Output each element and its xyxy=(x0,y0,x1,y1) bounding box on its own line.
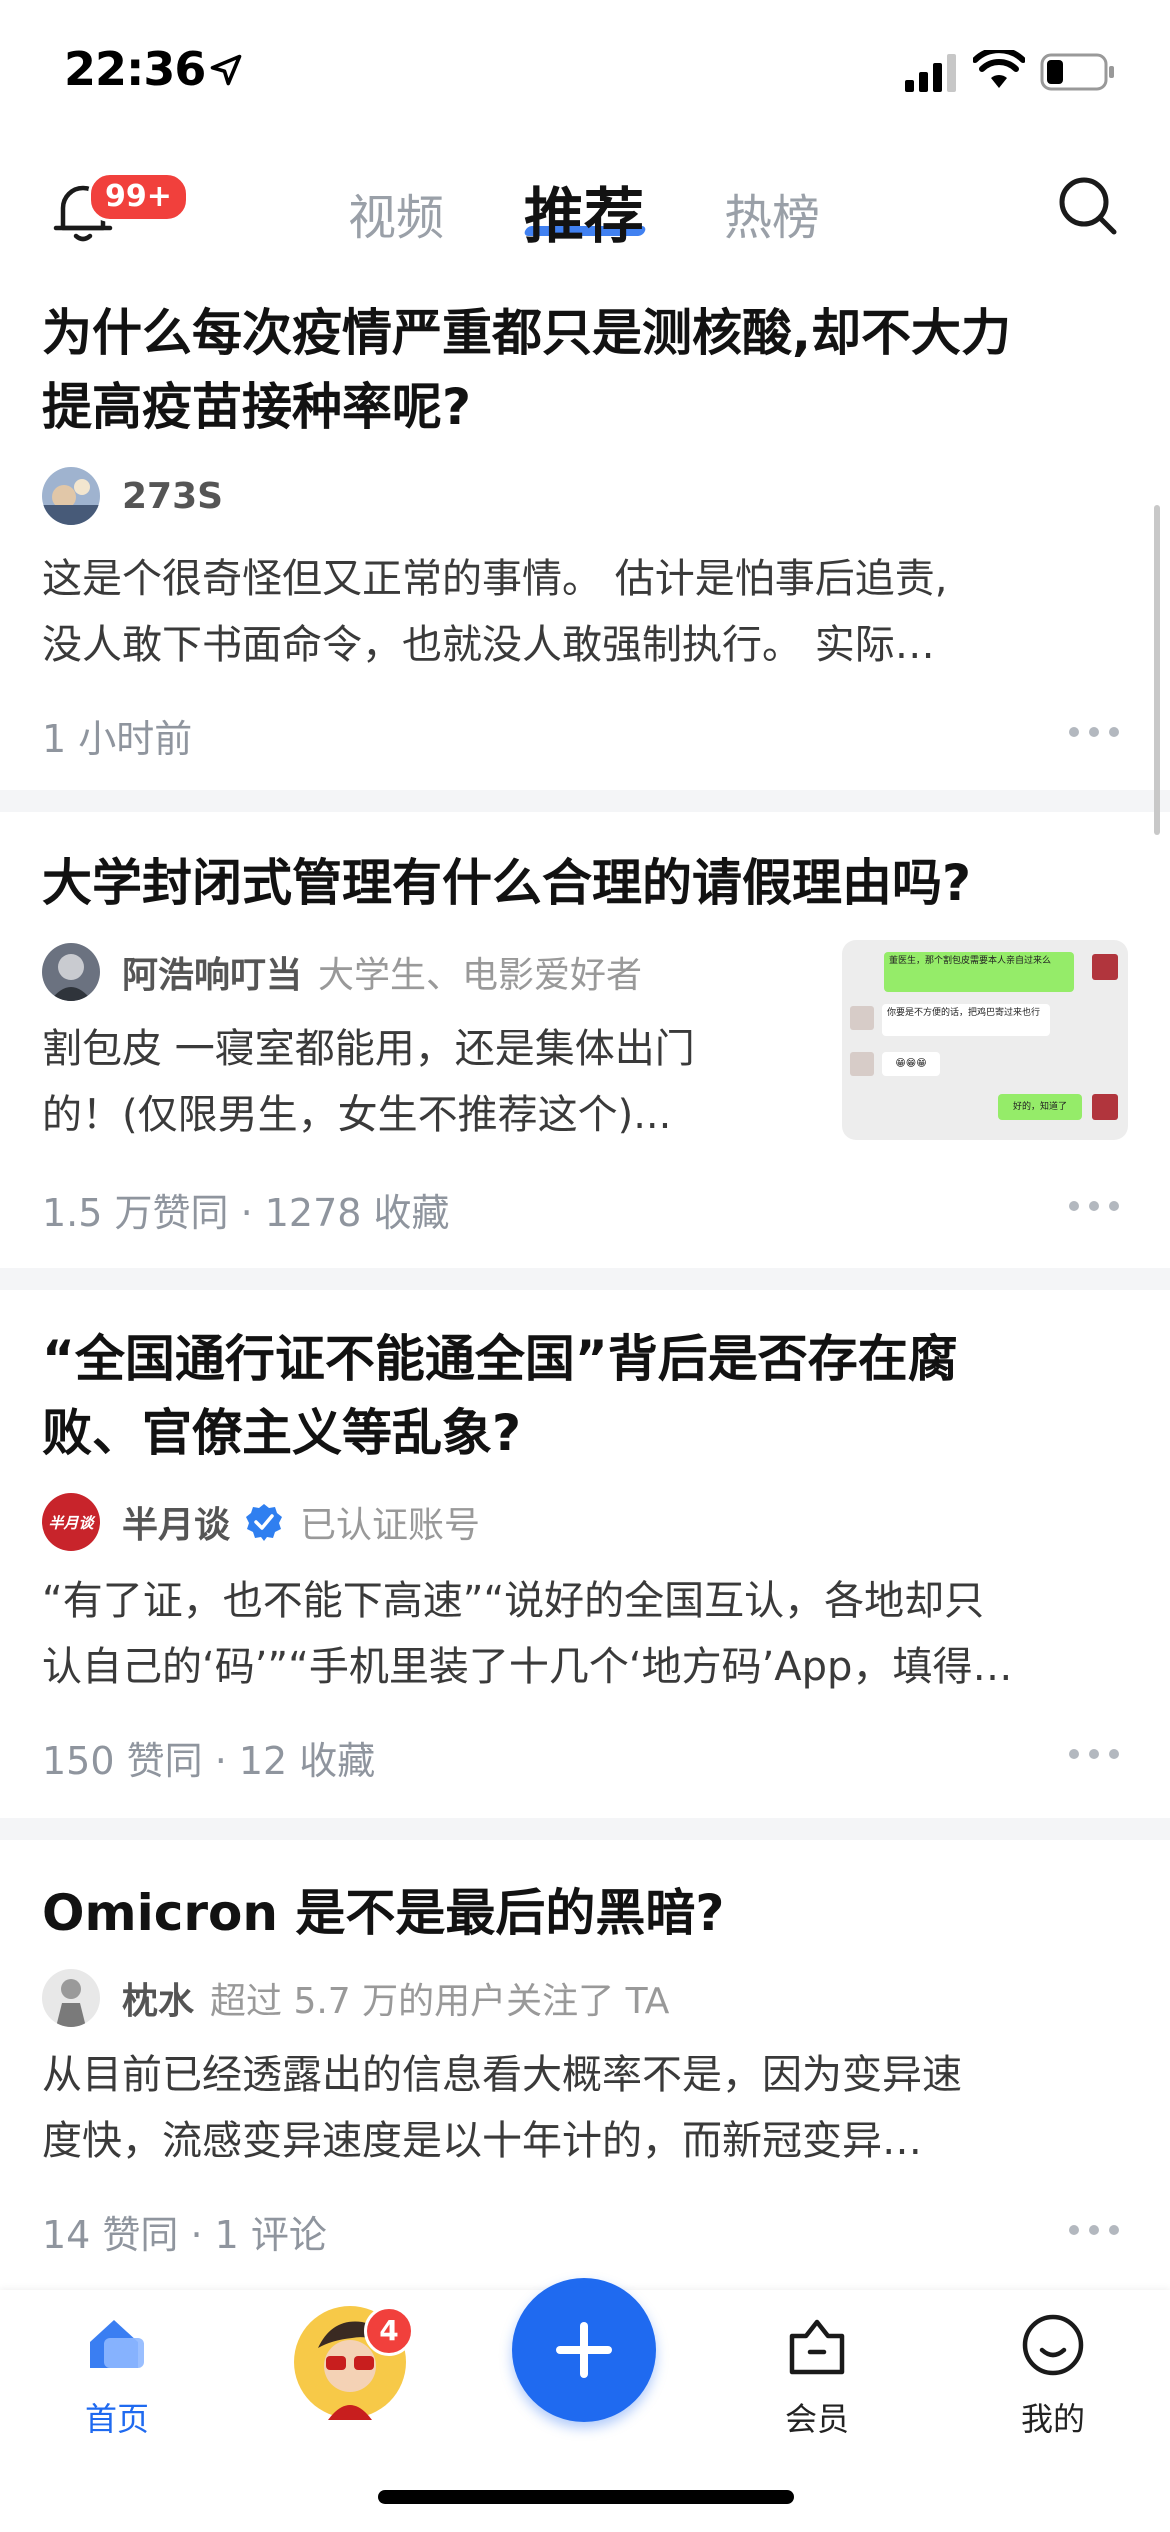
search-icon[interactable] xyxy=(1056,174,1120,238)
nav-home-label[interactable]: 首页 xyxy=(47,2394,187,2440)
author-name[interactable]: 273S xyxy=(122,476,223,517)
author-row[interactable]: 半月谈 半月谈 已认证账号 xyxy=(42,1492,480,1552)
chat-avatar xyxy=(1092,1094,1118,1120)
cellular-signal-icon xyxy=(905,54,956,92)
author-logo[interactable]: 半月谈 xyxy=(42,1493,100,1551)
wifi-icon xyxy=(973,50,1025,88)
chat-bubble: 😁😁😁 xyxy=(882,1052,940,1076)
nav-member-label[interactable]: 会员 xyxy=(747,2394,887,2440)
post-meta: 1.5 万赞同 · 1278 收藏 xyxy=(42,1191,450,1235)
more-options-icon[interactable] xyxy=(1066,1746,1122,1762)
card-separator xyxy=(0,790,1170,812)
question-title[interactable]: 为什么每次疫情严重都只是测核酸,却不大力 提高疫苗接种率呢? xyxy=(42,296,1130,444)
author-row[interactable]: 阿浩响叮当 大学生、电影爱好者 xyxy=(42,942,642,1002)
post-meta: 14 赞同 · 1 评论 xyxy=(42,2213,327,2257)
author-description: 超过 5.7 万的用户关注了 TA xyxy=(210,1981,670,2022)
avatar[interactable] xyxy=(42,467,100,525)
card-separator xyxy=(0,1818,1170,1840)
nav-me-label[interactable]: 我的 xyxy=(983,2394,1123,2440)
chat-screenshot-thumbnail[interactable]: 董医生，那个割包皮需要本人亲自过来么 你要是不方便的话，把鸡巴寄过来也行 😁😁😁… xyxy=(842,940,1128,1140)
scrollbar[interactable] xyxy=(1154,505,1160,835)
status-bar: 22:36 xyxy=(0,0,1170,150)
author-description: 大学生、电影爱好者 xyxy=(318,955,643,996)
card-separator xyxy=(0,1268,1170,1290)
tab-video[interactable]: 视频 xyxy=(348,178,444,248)
author-row[interactable]: 273S xyxy=(42,466,223,526)
chat-bubble: 你要是不方便的话，把鸡巴寄过来也行 xyxy=(882,1004,1050,1036)
author-name[interactable]: 枕水 xyxy=(122,1972,194,2024)
answer-excerpt[interactable]: “有了证，也不能下高速”“说好的全国互认，各地却只 认自己的‘码’”“手机里装了… xyxy=(42,1568,1012,1700)
location-arrow-icon xyxy=(210,54,242,86)
more-options-icon[interactable] xyxy=(1066,724,1122,740)
me-smile-icon[interactable] xyxy=(1020,2312,1086,2378)
home-indicator[interactable] xyxy=(378,2490,794,2504)
member-bag-icon[interactable] xyxy=(784,2314,850,2380)
chat-bubble: 好的，知道了 xyxy=(998,1094,1082,1120)
question-title[interactable]: Omicron 是不是最后的黑暗? xyxy=(42,1876,1130,1950)
author-name[interactable]: 半月谈 xyxy=(122,1496,230,1548)
verified-badge-icon xyxy=(246,1504,283,1541)
avatar-badge: 4 xyxy=(364,2306,414,2356)
answer-excerpt[interactable]: 割包皮 一寝室都能用，还是集体出门 的！(仅限男生，女生不推荐这个)... xyxy=(42,1016,695,1148)
status-time: 22:36 xyxy=(64,42,206,96)
battery-icon xyxy=(1040,53,1114,91)
chat-avatar xyxy=(850,1052,874,1076)
question-title[interactable]: “全国通行证不能通全国”背后是否存在腐 败、官僚主义等乱象? xyxy=(42,1322,1130,1470)
avatar[interactable] xyxy=(42,943,100,1001)
plus-icon xyxy=(556,2322,612,2378)
chat-avatar xyxy=(850,1006,874,1030)
chat-avatar xyxy=(1092,954,1118,980)
notification-badge: 99+ xyxy=(88,172,189,222)
author-name[interactable]: 阿浩响叮当 xyxy=(122,946,302,998)
author-row[interactable]: 枕水 超过 5.7 万的用户关注了 TA xyxy=(42,1968,669,2028)
question-title[interactable]: 大学封闭式管理有什么合理的请假理由吗? xyxy=(42,846,1130,920)
answer-excerpt[interactable]: 这是个很奇怪但又正常的事情。 估计是怕事后追责, 没人敢下书面命令，也就没人敢强… xyxy=(42,546,947,678)
more-options-icon[interactable] xyxy=(1066,1198,1122,1214)
post-meta: 1 小时前 xyxy=(42,717,193,761)
home-icon[interactable] xyxy=(84,2312,150,2378)
more-options-icon[interactable] xyxy=(1066,2222,1122,2238)
chat-bubble: 董医生，那个割包皮需要本人亲自过来么 xyxy=(884,952,1074,992)
answer-excerpt[interactable]: 从目前已经透露出的信息看大概率不是，因为变异速 度快，流感变异速度是以十年计的，… xyxy=(42,2042,962,2174)
post-meta: 150 赞同 · 12 收藏 xyxy=(42,1739,376,1783)
avatar[interactable] xyxy=(42,1969,100,2027)
tab-hot-list[interactable]: 热榜 xyxy=(724,178,820,248)
author-description: 已认证账号 xyxy=(300,1505,481,1546)
tab-recommend[interactable]: 推荐 xyxy=(524,168,644,255)
